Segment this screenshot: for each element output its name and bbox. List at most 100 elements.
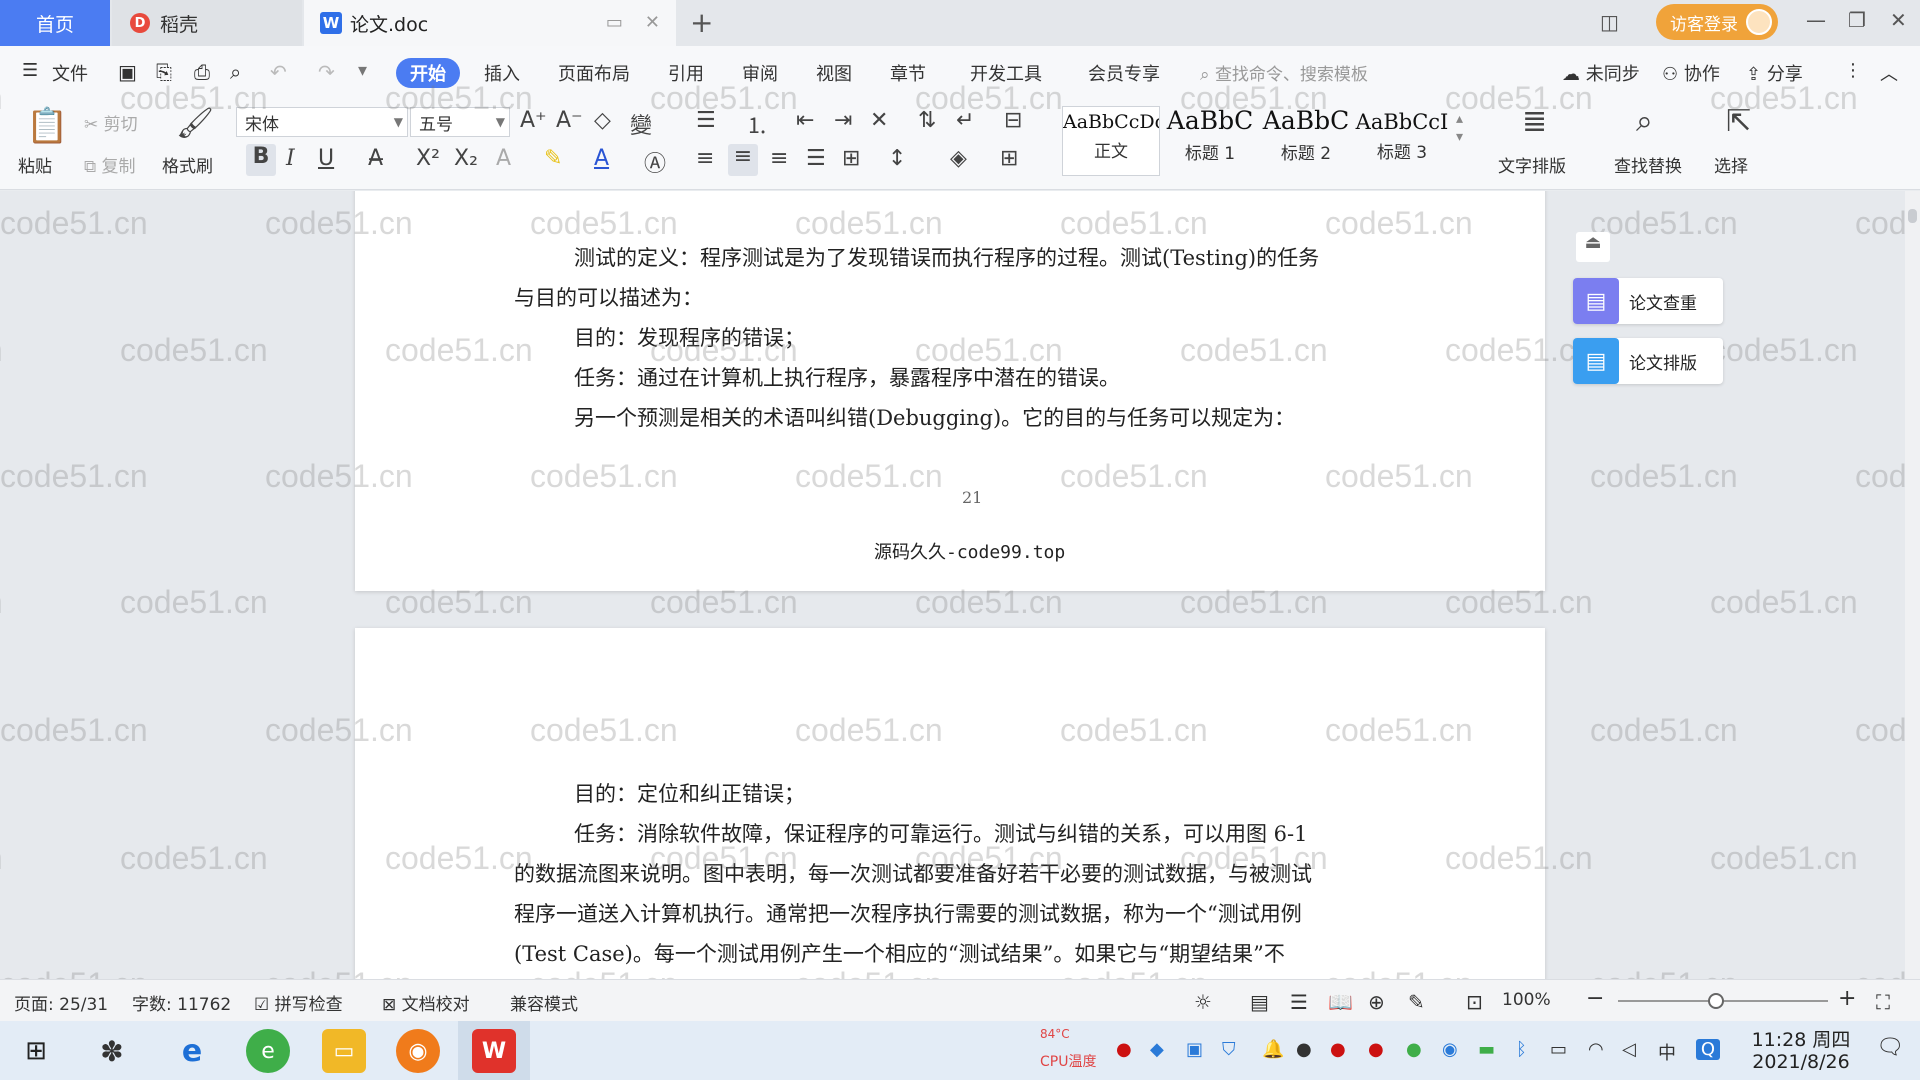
style-heading-1[interactable]: AaBbC 标题 1	[1162, 106, 1258, 176]
notification-icon[interactable]: 🗨	[1876, 1035, 1904, 1060]
strikethrough-icon[interactable]: A̶	[368, 146, 383, 171]
collapse-panel-icon[interactable]: ⏏	[1576, 232, 1610, 262]
thesis-layout-button[interactable]: ▤ 论文排版	[1573, 338, 1723, 384]
new-tab-button[interactable]: +	[690, 6, 713, 39]
tab-home[interactable]: 首页	[0, 0, 110, 46]
share-button[interactable]: ⇪ 分享	[1746, 60, 1803, 86]
menu-file[interactable]: 文件	[52, 60, 88, 86]
tab-review[interactable]: 审阅	[742, 60, 778, 86]
paste-button[interactable]: 粘贴	[18, 152, 52, 177]
undo-icon[interactable]: ↶	[270, 60, 287, 84]
font-size-select[interactable]: 五号 ▼	[410, 107, 510, 137]
clear-format-icon[interactable]: ◇	[594, 108, 611, 133]
align-left-icon[interactable]: ≡	[696, 146, 714, 171]
vertical-scrollbar[interactable]	[1905, 191, 1920, 979]
shading-icon[interactable]: ◈	[950, 146, 967, 171]
tray-blue-app-icon[interactable]: ◉	[1442, 1039, 1458, 1060]
char-border-icon[interactable]: Ⓐ	[644, 146, 666, 178]
format-painter-button[interactable]: 格式刷	[162, 152, 213, 177]
browser-icon[interactable]: e	[246, 1029, 290, 1073]
copy-button[interactable]: ⧉ 复制	[84, 152, 136, 177]
sort-icon[interactable]: ⇅	[918, 108, 936, 133]
print-preview-icon[interactable]: ⌕	[230, 60, 241, 84]
ie-browser-icon[interactable]: e	[170, 1029, 214, 1073]
align-center-icon[interactable]: ≡	[728, 144, 758, 176]
layout-icon[interactable]: ◫	[1600, 10, 1619, 34]
style-heading-2[interactable]: AaBbC 标题 2	[1258, 106, 1354, 176]
chinese-layout-icon[interactable]: ✕	[870, 108, 888, 133]
tab-stops-icon[interactable]: ⊟	[1004, 108, 1022, 133]
web-view-icon[interactable]: ⊕	[1368, 990, 1385, 1014]
battery-icon[interactable]: ▭	[1550, 1039, 1567, 1060]
save-icon[interactable]: ▣	[118, 60, 137, 84]
spell-check-button[interactable]: ☑ 拼写检查	[254, 990, 343, 1015]
fullscreen-icon[interactable]: ⛶	[1876, 990, 1890, 1014]
eye-protection-icon[interactable]: ☼	[1194, 990, 1212, 1014]
clock-time[interactable]: 11:28 周四	[1736, 1025, 1866, 1052]
paste-icon[interactable]: 📋	[26, 106, 68, 146]
tray-q-icon[interactable]: Q	[1696, 1039, 1720, 1060]
file-explorer-icon[interactable]: ▭	[322, 1029, 366, 1073]
select-button[interactable]: 选择	[1714, 152, 1748, 177]
styles-scroll-icon[interactable]: ▴ ▾	[1456, 110, 1463, 146]
grow-font-icon[interactable]: A⁺	[520, 108, 547, 133]
tab-chapter[interactable]: 章节	[890, 60, 926, 86]
text-layout-button[interactable]: 文字排版	[1498, 152, 1566, 177]
tray-shield-icon[interactable]: ◆	[1150, 1039, 1164, 1060]
tray-nvidia-icon[interactable]: ▬	[1478, 1039, 1495, 1060]
underline-icon[interactable]: U	[318, 146, 334, 171]
justify-icon[interactable]: ☰	[806, 146, 826, 171]
page-view-icon[interactable]: ▤	[1250, 990, 1269, 1014]
zoom-in-icon[interactable]: +	[1838, 986, 1856, 1011]
cut-button[interactable]: ✂ 剪切	[84, 110, 138, 135]
tab-start[interactable]: 开始	[396, 58, 460, 88]
subscript-icon[interactable]: X₂	[454, 146, 478, 171]
format-painter-icon[interactable]: 🖌	[176, 106, 214, 141]
thesis-check-button[interactable]: ▤ 论文查重	[1573, 278, 1723, 324]
export-icon[interactable]: ⎘	[156, 60, 172, 84]
scroll-thumb[interactable]	[1908, 209, 1917, 223]
style-normal[interactable]: AaBbCcDd 正文	[1062, 106, 1160, 176]
text-effect-icon[interactable]: A	[496, 146, 511, 171]
tray-network-app-icon[interactable]: ▣	[1186, 1039, 1203, 1060]
tab-member[interactable]: 会员专享	[1088, 60, 1160, 86]
find-replace-button[interactable]: 查找替换	[1614, 152, 1682, 177]
media-player-icon[interactable]: ◉	[396, 1029, 440, 1073]
superscript-icon[interactable]: X²	[416, 146, 440, 171]
read-view-icon[interactable]: 📖	[1328, 990, 1353, 1014]
text-layout-icon[interactable]: ≣	[1522, 104, 1547, 139]
minimize-icon[interactable]: —	[1806, 8, 1826, 32]
tray-security-icon[interactable]: ⛉	[1222, 1039, 1236, 1060]
align-right-icon[interactable]: ≡	[770, 146, 788, 171]
font-family-select[interactable]: 宋体 ▼	[236, 107, 408, 137]
show-marks-icon[interactable]: ↵	[956, 108, 974, 133]
page-indicator[interactable]: 页面: 25/31	[14, 990, 108, 1015]
bold-icon[interactable]: B	[246, 144, 276, 176]
hamburger-icon[interactable]: ☰	[22, 60, 38, 81]
bullet-list-icon[interactable]: ☰	[696, 108, 716, 133]
outline-view-icon[interactable]: ☰	[1290, 990, 1308, 1014]
increase-indent-icon[interactable]: ⇥	[834, 108, 852, 133]
shrink-font-icon[interactable]: A⁻	[556, 108, 583, 133]
tab-insert[interactable]: 插入	[484, 60, 520, 86]
line-spacing-icon[interactable]: ↕	[888, 146, 906, 171]
italic-icon[interactable]: I	[286, 146, 295, 171]
clock-date[interactable]: 2021/8/26	[1736, 1051, 1866, 1073]
tray-qq-icon[interactable]: ●	[1296, 1039, 1312, 1060]
decrease-indent-icon[interactable]: ⇤	[796, 108, 814, 133]
fit-page-icon[interactable]: ⊡	[1466, 990, 1483, 1014]
more-icon[interactable]: ⋮	[1844, 60, 1862, 81]
tray-bell-icon[interactable]: 🔔	[1262, 1039, 1284, 1060]
find-replace-icon[interactable]: ⌕	[1636, 104, 1653, 139]
windows-start-icon[interactable]: ⊞	[14, 1029, 58, 1073]
phonetic-icon[interactable]: 變	[630, 108, 652, 140]
style-heading-3[interactable]: AaBbCcI 标题 3	[1354, 106, 1450, 176]
tab-developer[interactable]: 开发工具	[970, 60, 1042, 86]
app-pinwheel-icon[interactable]: ✽	[90, 1029, 134, 1073]
distributed-icon[interactable]: ⊞	[842, 146, 860, 171]
zoom-level[interactable]: 100%	[1502, 990, 1551, 1010]
select-pointer-icon[interactable]: ⇱	[1726, 104, 1751, 139]
word-count[interactable]: 字数: 11762	[132, 990, 231, 1015]
tray-app-icon[interactable]: ●	[1116, 1039, 1132, 1060]
tab-daoke[interactable]: D 稻壳	[112, 0, 302, 46]
